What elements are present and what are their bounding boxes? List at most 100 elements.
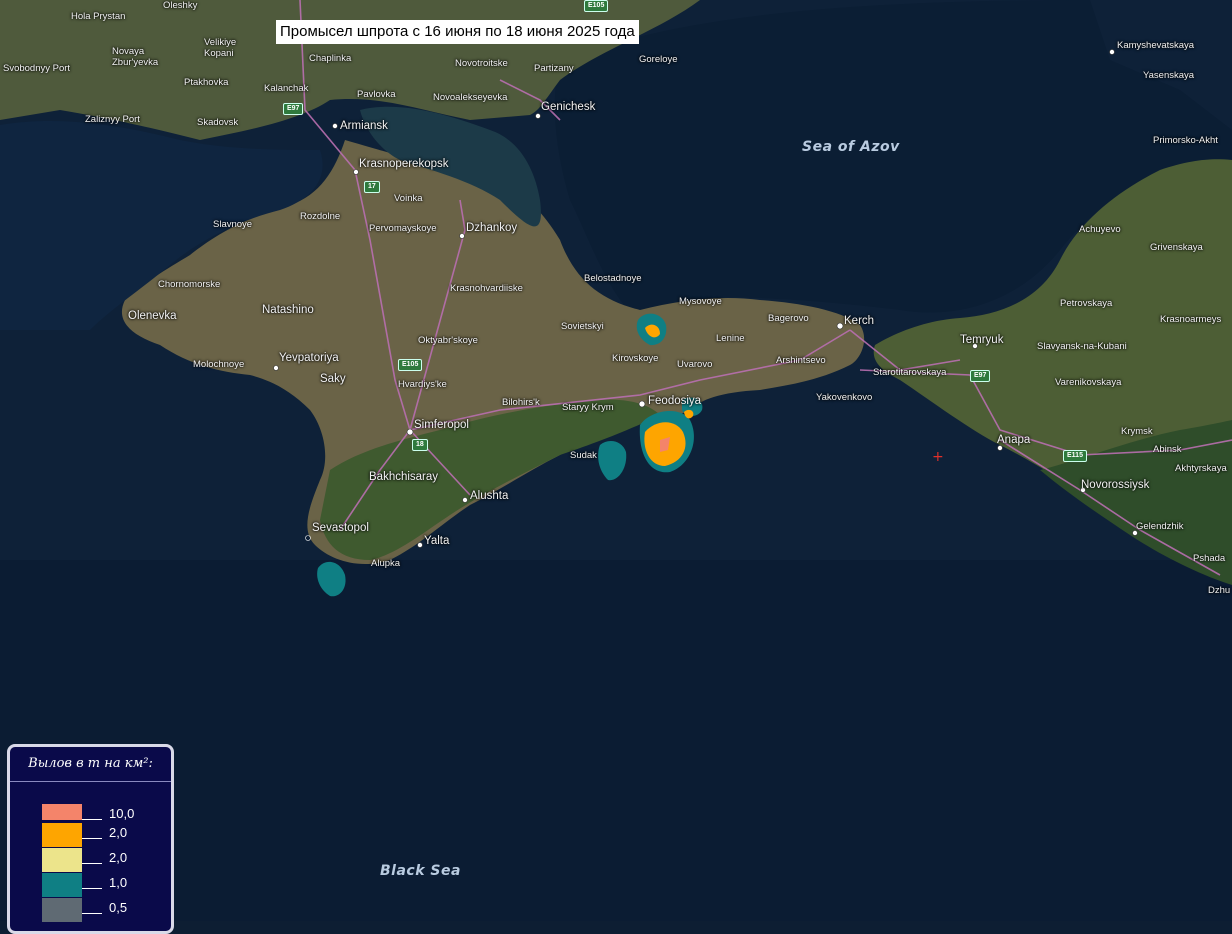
road-shield: 18 [412,439,428,451]
place-label: Sovietskyi [561,321,604,332]
place-label: Goreloye [639,54,678,65]
road-shield: E105 [398,359,423,371]
place-label: Alushta [470,490,509,502]
place-label: Bagerovo [768,313,809,324]
place-label: Dzhu [1208,585,1231,596]
place-label: Staryy Krym [562,402,614,413]
place-label: Novotroitske [455,58,508,69]
place-label: Arshintsevo [776,355,826,366]
place-label: Alupka [371,558,401,569]
place-label: Genichesk [541,101,596,113]
sea-of-azov-label: Sea of Azov [802,139,900,155]
place-label: Ptakhovka [184,77,229,88]
catch-legend: Вылов в т на км²: 10,0 2,0 2,0 1,0 0,5 [7,744,174,934]
place-label: Pavlovka [357,89,396,100]
place-label: Yakovenkovo [816,392,873,403]
location-cross-icon[interactable]: + [932,450,944,464]
place-label: Dzhankoy [466,222,518,234]
place-label: Armiansk [340,120,388,132]
place-label: Skadovsk [197,117,239,128]
place-label: Molochnoye [193,359,245,370]
legend-title: Вылов в т на км²: [10,747,171,782]
place-label: Natashino [262,304,314,316]
legend-tick [82,913,102,914]
place-label: Saky [320,373,346,385]
legend-swatch [42,873,82,897]
place-label: Svobodnyy Port [3,63,71,74]
legend-tick [82,888,102,889]
place-label: Lenine [716,333,745,344]
place-label: Pshada [1193,553,1226,564]
place-label: Grivenskaya [1150,242,1203,253]
legend-value: 2,0 [109,850,128,865]
place-label: Krasnoperekopsk [359,158,449,170]
place-label: Krasnoarmeys [1160,314,1222,325]
legend-value: 10,0 [109,806,135,821]
place-label: Mysovoye [679,296,722,307]
place-label: Krymsk [1121,426,1153,437]
place-label: Abinsk [1153,444,1182,455]
place-label: Slavyansk-na-Kubani [1037,341,1127,352]
legend-value: 1,0 [109,875,128,890]
legend-value: 2,0 [109,825,128,840]
place-label: Kirovskoye [612,353,659,364]
legend-swatch [42,898,82,922]
legend-tick [82,838,102,839]
place-label: Starotitarovskaya [873,367,947,378]
place-label: Chaplinka [309,53,352,64]
place-label: Krasnohvardiiske [450,283,523,294]
place-label: Primorsko-Akht [1153,135,1218,146]
road-shield: E105 [584,0,609,12]
black-sea-label: Black Sea [380,863,461,879]
place-label: Yalta [424,535,450,547]
place-label: Feodosiya [648,395,702,407]
legend-tick [82,863,102,864]
place-label: Novaya Zbur'yevka [112,46,159,68]
place-label: Petrovskaya [1060,298,1113,309]
place-label: Anapa [997,434,1031,446]
road-shield: 17 [364,181,380,193]
legend-swatch [42,823,82,847]
legend-swatch [42,848,82,872]
place-label: Bakhchisaray [369,471,439,483]
place-label: Kalanchak [264,83,309,94]
place-label: Akhtyrskaya [1175,463,1227,474]
place-label: Novoalekseyevka [433,92,508,103]
place-label: Sudak [570,450,597,461]
map-title: Промысел шпрота с 16 июня по 18 июня 202… [276,20,639,44]
place-label: Olenevka [128,310,177,322]
place-label: Temryuk [960,334,1004,346]
place-label: Novorossiysk [1081,479,1150,491]
legend-value: 0,5 [109,900,128,915]
road-shield: E115 [1063,450,1087,462]
road-shield: E97 [283,103,304,115]
place-label: Oleshky [163,0,198,11]
place-label: Sevastopol [312,522,369,534]
place-label: Partizany [534,63,574,74]
place-label: Chornomorske [158,279,221,290]
satellite-map[interactable] [0,0,1232,921]
place-label: Pervomayskoye [369,223,437,234]
place-label: Hvardiys'ke [398,379,447,390]
place-label: Oktyabr'skoye [418,335,478,346]
place-label: Gelendzhik [1136,521,1184,532]
legend-tick [82,819,102,820]
place-label: Yasenskaya [1143,70,1195,81]
place-label: Hola Prystan [71,11,126,22]
place-label: Achuyevo [1079,224,1121,235]
place-label: Kerch [844,315,875,327]
place-label: Belostadnoye [584,273,642,284]
place-label: Slavnoye [213,219,253,230]
place-label: Rozdolne [300,211,341,222]
place-label: Kamyshevatskaya [1117,40,1195,51]
place-label: Voinka [394,193,423,204]
place-label: Uvarovo [677,359,713,370]
place-label: Varenikovskaya [1055,377,1122,388]
place-label: Yevpatoriya [279,352,339,364]
place-label: Velikiye Kopani [204,37,237,59]
place-label: Zaliznyy Port [85,114,140,125]
legend-swatch [42,804,82,820]
road-shield: E97 [970,370,991,382]
place-label: Simferopol [414,419,469,431]
place-label: Bilohirs'k [502,397,540,408]
